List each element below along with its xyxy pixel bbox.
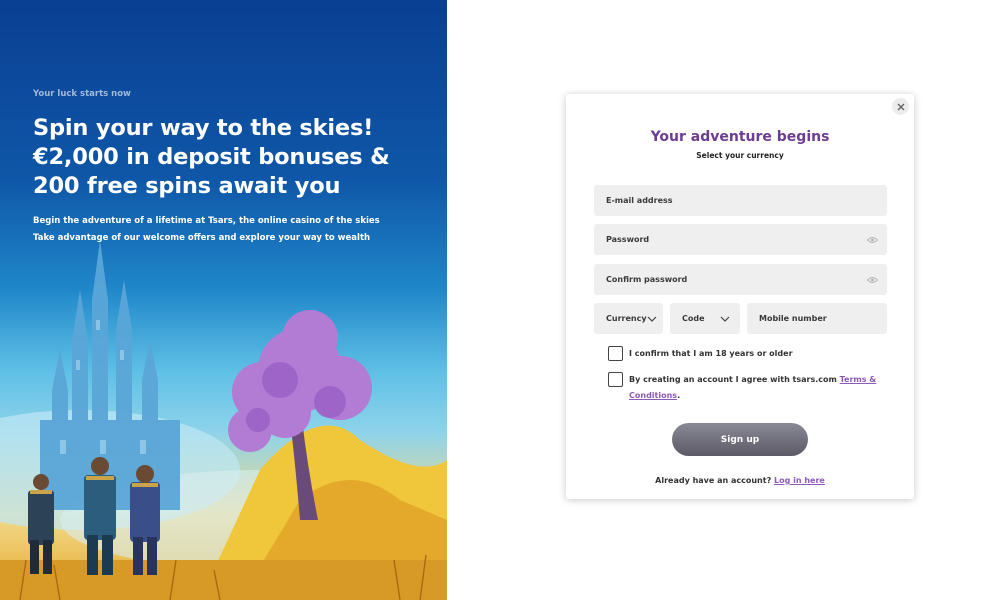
signup-modal: Your adventure begins Select your curren… <box>566 94 914 499</box>
login-prompt-row: Already have an account? Log in here <box>566 476 914 485</box>
signup-button[interactable]: Sign up <box>672 423 808 456</box>
hero-title-line: Spin your way to the skies! <box>33 115 374 141</box>
modal-title: Your adventure begins <box>650 129 830 145</box>
currency-select[interactable]: Currency <box>594 303 663 334</box>
login-prompt: Already have an account? <box>655 476 772 485</box>
password-field[interactable]: Password <box>594 224 887 255</box>
close-icon <box>897 103 904 110</box>
hero-subtitle: Begin the adventure of a lifetime at Tsa… <box>33 213 380 247</box>
age-confirm-row: I confirm that I am 18 years or older <box>608 346 793 362</box>
close-button[interactable] <box>892 98 909 115</box>
show-password-toggle[interactable] <box>861 236 883 244</box>
confirm-password-placeholder: Confirm password <box>606 275 688 284</box>
currency-label: Currency <box>606 314 647 323</box>
terms-prefix: By creating an account I agree with tsar… <box>629 375 840 384</box>
eye-icon <box>866 276 878 283</box>
modal-subtitle: Select your currency <box>696 151 784 160</box>
show-confirm-password-toggle[interactable] <box>861 276 883 284</box>
terms-checkbox[interactable] <box>608 372 623 387</box>
mobile-number-field[interactable]: Mobile number <box>747 303 887 334</box>
login-link[interactable]: Log in here <box>774 476 825 485</box>
hero-title: Spin your way to the skies! €2,000 in de… <box>33 114 433 201</box>
hero-title-line: €2,000 in deposit bonuses & <box>33 144 390 170</box>
email-field[interactable]: E-mail address <box>594 185 887 216</box>
code-label: Code <box>682 314 705 323</box>
age-confirm-label: I confirm that I am 18 years or older <box>629 349 793 358</box>
confirm-password-field[interactable]: Confirm password <box>594 264 887 295</box>
hero-subtitle-line: Begin the adventure of a lifetime at Tsa… <box>33 216 380 226</box>
hero-subtitle-line: Take advantage of our welcome offers and… <box>33 233 371 243</box>
eye-icon <box>866 236 878 243</box>
code-select[interactable]: Code <box>670 303 740 334</box>
password-placeholder: Password <box>606 235 650 244</box>
terms-label: By creating an account I agree with tsar… <box>629 372 878 404</box>
mobile-placeholder: Mobile number <box>759 314 827 323</box>
terms-suffix: . <box>677 391 681 400</box>
terms-row: By creating an account I agree with tsar… <box>608 372 878 404</box>
hero-title-line: 200 free spins await you <box>33 173 341 199</box>
email-placeholder: E-mail address <box>606 196 673 205</box>
chevron-down-icon <box>647 316 659 322</box>
hero-panel: Your luck starts now Spin your way to th… <box>0 0 447 600</box>
chevron-down-icon <box>720 316 734 322</box>
age-confirm-checkbox[interactable] <box>608 346 623 361</box>
hero-eyebrow: Your luck starts now <box>33 89 131 99</box>
